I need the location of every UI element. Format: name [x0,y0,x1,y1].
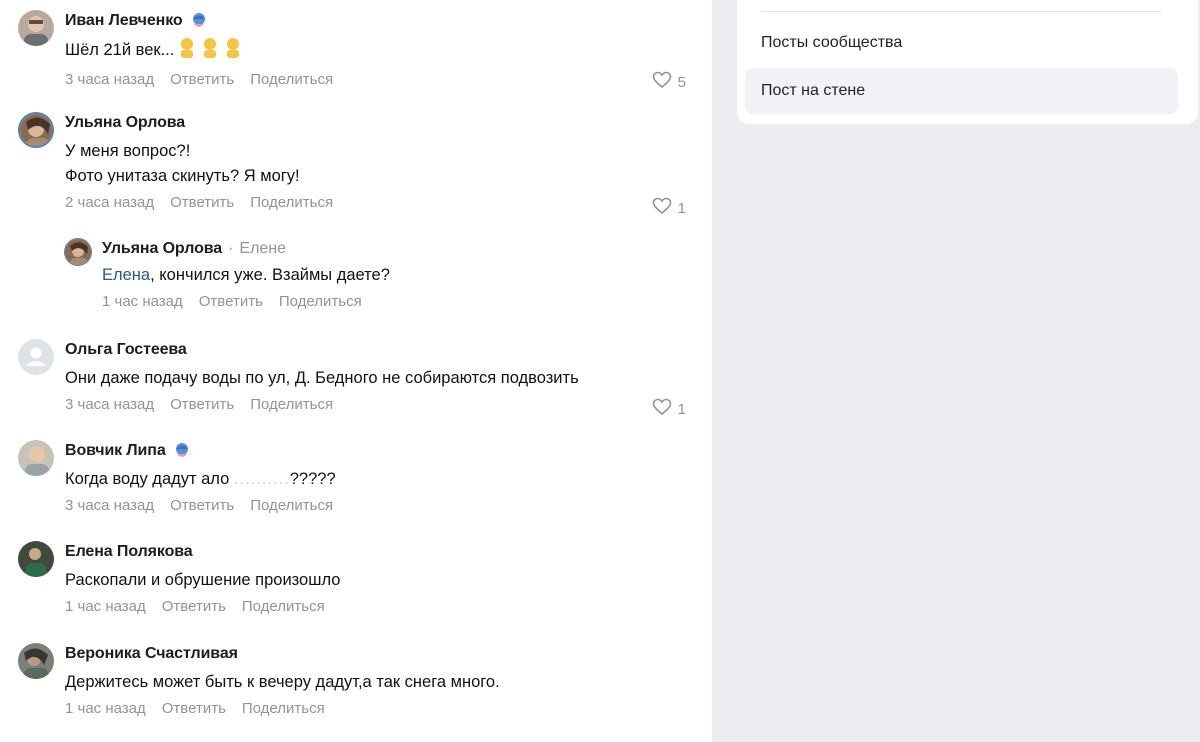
share-button[interactable]: Поделиться [250,497,333,514]
comment-text: Елена, кончился уже. Взаймы даете? [102,266,390,284]
mention-link[interactable]: Елена [102,266,150,284]
comment-item: Иван Левченко Шёл 21й век... 3 часа наза… [18,10,708,100]
like-button[interactable]: 5 [652,71,686,93]
comment-text: Когда воду дадут ало ..........????? [65,470,336,488]
comment-author[interactable]: Ульяна Орлова [65,114,185,132]
nav-item-community-posts[interactable]: Посты сообщества [745,20,1178,66]
filter-card: Посты сообщества Пост на стене [737,0,1198,124]
comment-time[interactable]: 3 часа назад [65,71,154,88]
reply-to-separator: · [228,240,234,257]
comment-time[interactable]: 3 часа назад [65,396,154,413]
avatar[interactable] [18,643,54,679]
share-button[interactable]: Поделиться [250,194,333,211]
comment-item: Ольга Гостеева Они даже подачу воды по у… [18,339,708,424]
comment-author[interactable]: Иван Левченко [65,12,183,30]
comment-author[interactable]: Елена Полякова [65,543,193,561]
comment-item: Елена Полякова Раскопали и обрушение про… [18,541,708,626]
person-facepalm-emoji [177,37,197,59]
comment-text-line: У меня вопрос?! [65,142,191,160]
comment-time[interactable]: 1 час назад [102,293,183,310]
nav-item-wall-post[interactable]: Пост на стене [745,68,1178,114]
verified-badge-icon [172,441,192,461]
reply-button[interactable]: Ответить [199,293,263,310]
share-button[interactable]: Поделиться [250,396,333,413]
comments-panel: Иван Левченко Шёл 21й век... 3 часа наза… [0,0,712,742]
comment-time[interactable]: 2 часа назад [65,194,154,211]
share-button[interactable]: Поделиться [242,700,325,717]
verified-badge-icon [189,11,209,31]
avatar[interactable] [64,238,92,266]
like-count: 1 [677,400,686,418]
avatar[interactable] [18,112,54,148]
heart-icon [652,398,672,420]
avatar[interactable] [18,339,54,375]
comment-time[interactable]: 3 часа назад [65,497,154,514]
like-button[interactable]: 1 [652,398,686,420]
like-button[interactable]: 1 [652,197,686,219]
comment-author[interactable]: Вероника Счастливая [65,645,238,663]
reply-button[interactable]: Ответить [170,71,234,88]
reply-to-name[interactable]: Елене [239,240,286,258]
share-button[interactable]: Поделиться [279,293,362,310]
comment-text-line: Фото унитаза скинуть? Я могу! [65,167,300,185]
like-count: 1 [677,199,686,217]
comment-text: У меня вопрос?! Фото унитаза скинуть? Я … [65,139,708,189]
reply-button[interactable]: Ответить [162,700,226,717]
right-sidebar: Посты сообщества Пост на стене [712,0,1200,742]
avatar[interactable] [18,10,54,46]
comment-author[interactable]: Вовчик Липа [65,442,166,460]
divider [761,11,1161,12]
comment-text: Шёл 21й век... [65,37,708,63]
heart-icon [652,197,672,219]
reply-comment-item: Ульяна Орлова · Елене Елена, кончился уж… [64,238,754,318]
comment-text: Они даже подачу воды по ул, Д. Бедного н… [65,369,579,387]
heart-icon [652,71,672,93]
comment-author[interactable]: Ульяна Орлова [102,240,222,258]
share-button[interactable]: Поделиться [242,598,325,615]
reply-button[interactable]: Ответить [170,194,234,211]
comment-time[interactable]: 1 час назад [65,598,146,615]
reply-button[interactable]: Ответить [170,396,234,413]
person-facepalm-emoji [223,37,243,59]
reply-button[interactable]: Ответить [170,497,234,514]
comment-item: Ульяна Орлова У меня вопрос?! Фото унита… [18,112,708,222]
like-count: 5 [677,73,686,91]
comment-text: Держитесь может быть к вечеру дадут,а та… [65,673,500,691]
comment-author[interactable]: Ольга Гостеева [65,341,187,359]
share-button[interactable]: Поделиться [250,71,333,88]
comment-time[interactable]: 1 час назад [65,700,146,717]
comment-item: Вероника Счастливая Держитесь может быть… [18,643,708,728]
blurred-text: .......... [233,470,290,488]
reply-button[interactable]: Ответить [162,598,226,615]
avatar[interactable] [18,541,54,577]
person-facepalm-emoji [200,37,220,59]
comment-text: Раскопали и обрушение произошло [65,571,341,589]
avatar[interactable] [18,440,54,476]
comment-item: Вовчик Липа Когда воду дадут ало .......… [18,440,708,525]
